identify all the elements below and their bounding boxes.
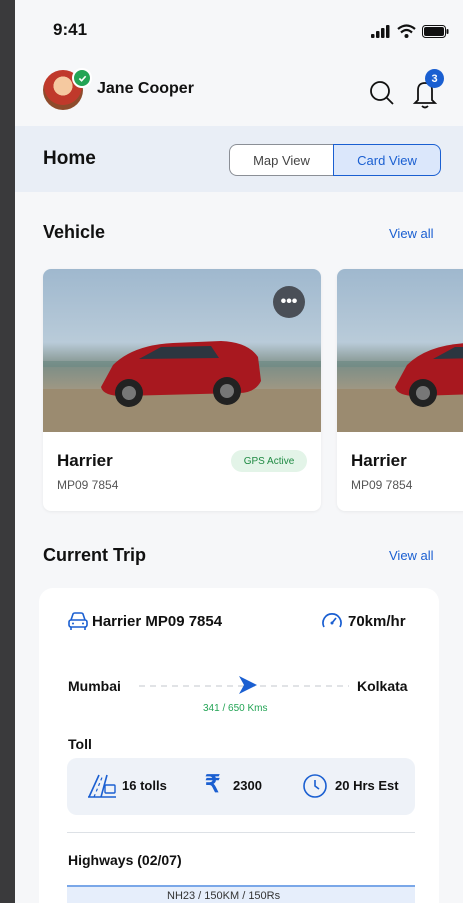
system-icons (371, 24, 449, 38)
status-time: 9:41 (53, 20, 88, 39)
current-trip-card[interactable]: Harrier MP09 7854 70km/hr Mumbai Kolkata… (39, 588, 439, 903)
toll-summary: 16 tolls ₹ 2300 20 Hrs Est (67, 758, 415, 815)
vehicle-plate: MP09 7854 (351, 478, 413, 492)
trip-speed: 70km/hr (348, 613, 406, 630)
battery-icon (422, 24, 449, 38)
clock-icon (303, 774, 327, 798)
profile-header: Jane Cooper 3 (15, 56, 463, 126)
vehicle-card[interactable]: ••• Harrier MP09 7854 GPS Active (43, 269, 321, 511)
page-title: Home (43, 148, 96, 169)
vehicle-card[interactable]: Harrier MP09 7854 (337, 269, 463, 511)
toll-count: 16 tolls (122, 778, 167, 793)
vehicle-section-title: Vehicle (43, 222, 106, 242)
toll-label: Toll (68, 736, 92, 752)
highway-list-item[interactable]: NH23 / 150KM / 150Rs (67, 885, 415, 903)
home-header: Home Map View Card View (15, 126, 463, 192)
gps-status-badge: GPS Active (231, 450, 307, 472)
toll-cost: 2300 (233, 778, 262, 793)
trip-destination: Kolkata (357, 678, 408, 694)
verified-check-icon (72, 68, 92, 88)
phone-screen: 9:41 Jane Cooper 3 Home Map View Card Vi… (15, 0, 463, 903)
trip-view-all-link[interactable]: View all (389, 548, 434, 563)
view-toggle: Map View Card View (229, 144, 441, 176)
signal-icon (371, 24, 390, 38)
vehicle-image (337, 269, 463, 432)
search-icon[interactable] (369, 80, 395, 106)
status-bar: 9:41 (15, 0, 463, 56)
speedometer-icon (322, 613, 342, 628)
road-icon (88, 774, 116, 798)
vehicle-name: Harrier (57, 451, 113, 470)
trip-eta: 20 Hrs Est (335, 778, 399, 793)
wifi-icon (397, 24, 416, 38)
current-trip-title: Current Trip (43, 545, 147, 565)
trip-vehicle: Harrier MP09 7854 (92, 613, 223, 630)
highway-item-text: NH23 / 150KM / 150Rs (167, 890, 281, 902)
highways-label: Highways (02/07) (68, 852, 182, 868)
trip-origin: Mumbai (68, 678, 121, 694)
map-view-button[interactable]: Map View (229, 144, 333, 176)
divider (67, 832, 415, 833)
rupee-icon: ₹ (205, 771, 221, 798)
notification-badge: 3 (425, 69, 444, 88)
navigation-arrow-icon (239, 676, 258, 694)
vehicle-plate: MP09 7854 (57, 478, 119, 492)
vehicle-view-all-link[interactable]: View all (389, 226, 434, 241)
more-options-button[interactable]: ••• (273, 286, 305, 318)
card-view-button[interactable]: Card View (333, 144, 441, 176)
user-name: Jane Cooper (97, 80, 194, 97)
trip-distance: 341 / 650 Kms (203, 703, 268, 714)
vehicle-name: Harrier (351, 451, 407, 470)
car-icon (68, 612, 88, 630)
